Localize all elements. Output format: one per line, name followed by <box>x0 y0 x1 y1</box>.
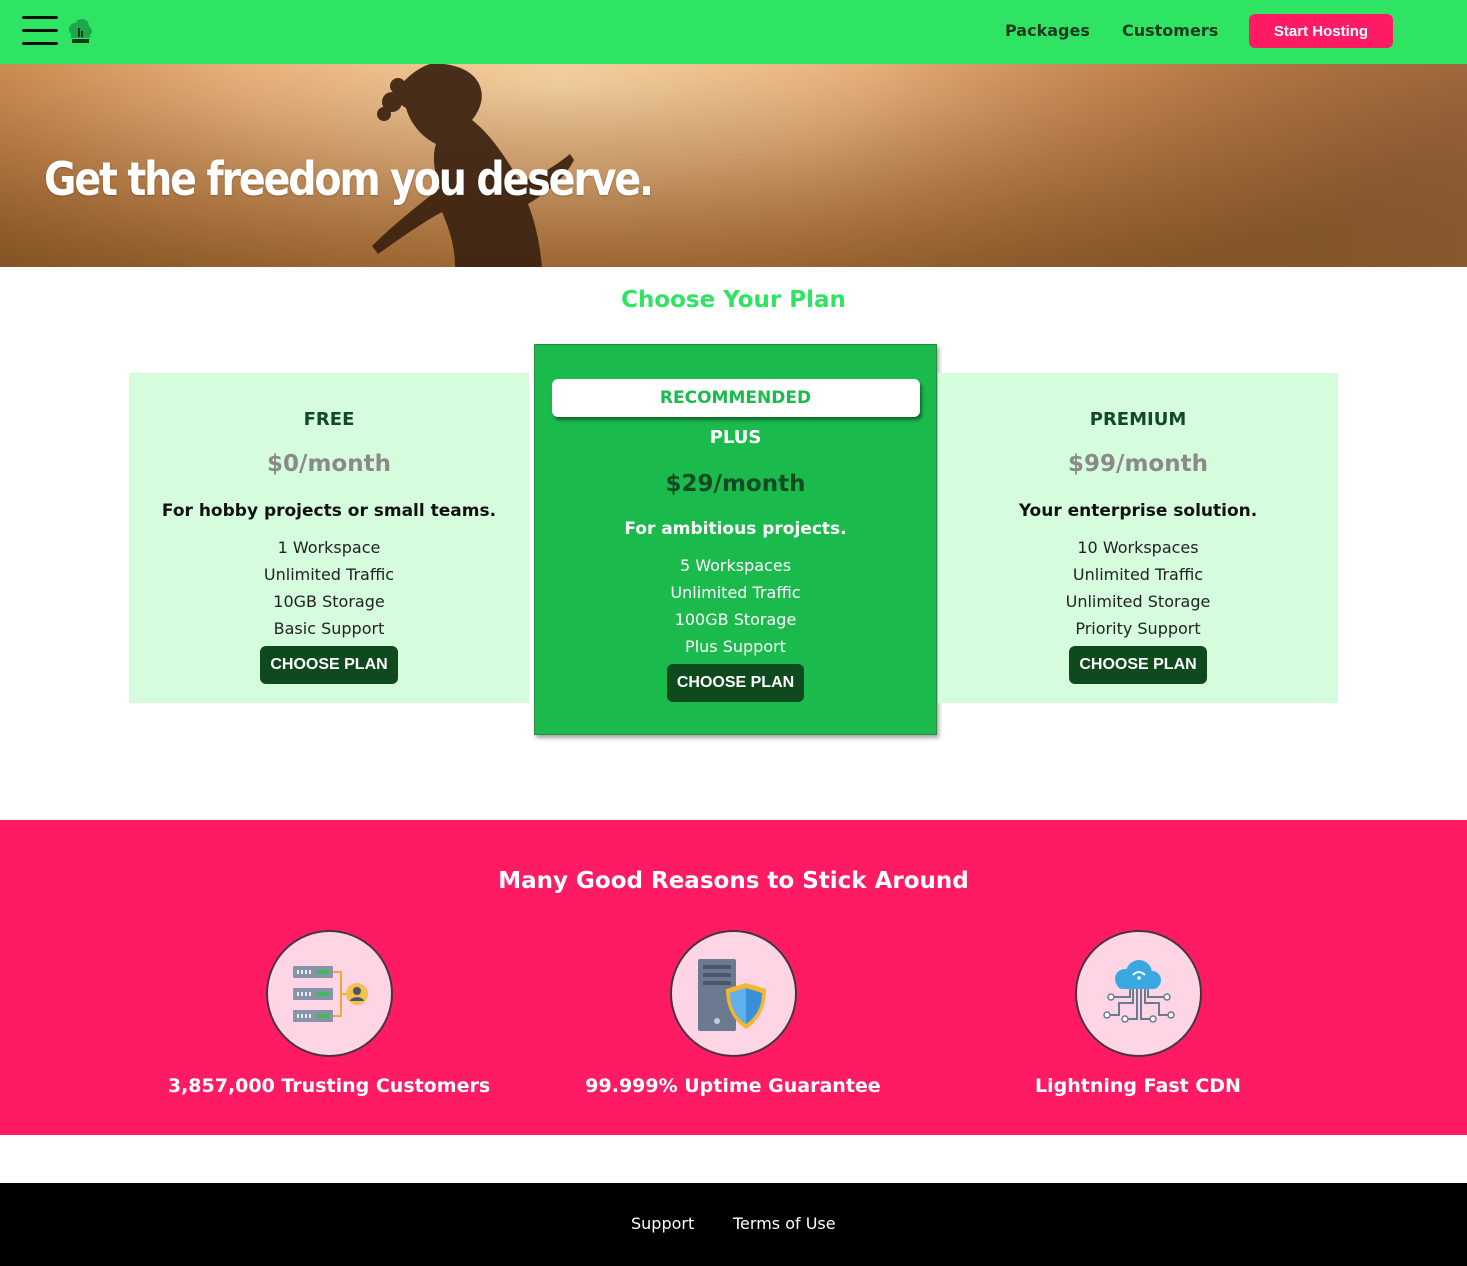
plan-feature: Priority Support <box>1075 619 1201 638</box>
plan-tagline: For ambitious projects. <box>624 519 847 539</box>
footer-link-terms[interactable]: Terms of Use <box>733 1214 836 1233</box>
plan-card-premium: PREMIUM $99/month Your enterprise soluti… <box>938 373 1338 703</box>
plan-name: FREE <box>303 409 355 430</box>
reason-item-uptime: 99.999% Uptime Guarantee <box>523 930 943 1097</box>
reason-icon-circle <box>669 930 797 1057</box>
plan-feature: 10GB Storage <box>273 592 385 611</box>
footer: Support Terms of Use <box>0 1183 1467 1266</box>
reason-label: 3,857,000 Trusting Customers <box>167 1075 491 1097</box>
footer-link-support[interactable]: Support <box>631 1214 694 1233</box>
plan-price: $0/month <box>267 451 391 477</box>
plan-feature: Unlimited Traffic <box>263 565 395 584</box>
hero-title: Get the freedom you deserve. <box>44 152 654 206</box>
hamburger-menu-icon[interactable] <box>22 16 58 46</box>
reason-label: Lightning Fast CDN <box>1035 1075 1241 1097</box>
reasons-section: Many Good Reasons to Stick Around 3,857,… <box>0 820 1467 1135</box>
top-navbar: Packages Customers Start Hosting <box>0 0 1467 64</box>
plan-name: PREMIUM <box>1089 409 1187 430</box>
plan-price: $29/month <box>665 471 806 497</box>
reason-icon-circle <box>1074 930 1202 1057</box>
start-hosting-button[interactable]: Start Hosting <box>1249 14 1393 48</box>
plan-features: 1 Workspace Unlimited Traffic 10GB Stora… <box>129 534 529 642</box>
choose-plan-plus-button[interactable]: CHOOSE PLAN <box>666 664 805 702</box>
plan-features: 5 Workspaces Unlimited Traffic 100GB Sto… <box>535 552 936 660</box>
plan-feature: Unlimited Storage <box>1065 592 1211 611</box>
choose-plan-premium-button[interactable]: CHOOSE PLAN <box>1069 646 1207 684</box>
plan-name: PLUS <box>709 427 762 448</box>
plan-feature: Basic Support <box>273 619 385 638</box>
plan-feature: Unlimited Traffic <box>1072 565 1204 584</box>
reason-icon-circle <box>265 930 393 1057</box>
nav-link-packages[interactable]: Packages <box>1005 21 1090 40</box>
cloud-tree-logo-icon[interactable] <box>66 18 94 46</box>
hero-banner: Get the freedom you deserve. <box>0 64 1467 267</box>
cloud-network-icon <box>1103 959 1175 1023</box>
reasons-title: Many Good Reasons to Stick Around <box>498 868 969 894</box>
plan-feature: Plus Support <box>685 637 786 656</box>
plan-feature: 10 Workspaces <box>1077 538 1199 557</box>
recommended-badge: RECOMMENDED <box>551 379 920 417</box>
reason-item-customers: 3,857,000 Trusting Customers <box>119 930 539 1097</box>
plan-price: $99/month <box>1068 451 1208 477</box>
nav-link-customers[interactable]: Customers <box>1122 21 1218 40</box>
plan-feature: 1 Workspace <box>277 538 381 557</box>
plan-feature: 5 Workspaces <box>679 556 792 575</box>
servers-user-icon <box>293 965 368 1022</box>
plan-feature: Unlimited Traffic <box>670 583 801 602</box>
plans-title: Choose Your Plan <box>621 287 846 313</box>
plan-features: 10 Workspaces Unlimited Traffic Unlimite… <box>938 534 1338 642</box>
plan-tagline: For hobby projects or small teams. <box>161 501 497 521</box>
plan-card-plus: RECOMMENDED PLUS $29/month For ambitious… <box>534 344 937 735</box>
plan-feature: 100GB Storage <box>674 610 797 629</box>
reason-label: 99.999% Uptime Guarantee <box>585 1075 881 1097</box>
server-shield-icon <box>698 958 766 1031</box>
plan-tagline: Your enterprise solution. <box>1018 501 1258 521</box>
reason-item-cdn: Lightning Fast CDN <box>928 930 1348 1097</box>
choose-plan-free-button[interactable]: CHOOSE PLAN <box>260 646 398 684</box>
plan-card-free: FREE $0/month For hobby projects or smal… <box>129 373 529 703</box>
